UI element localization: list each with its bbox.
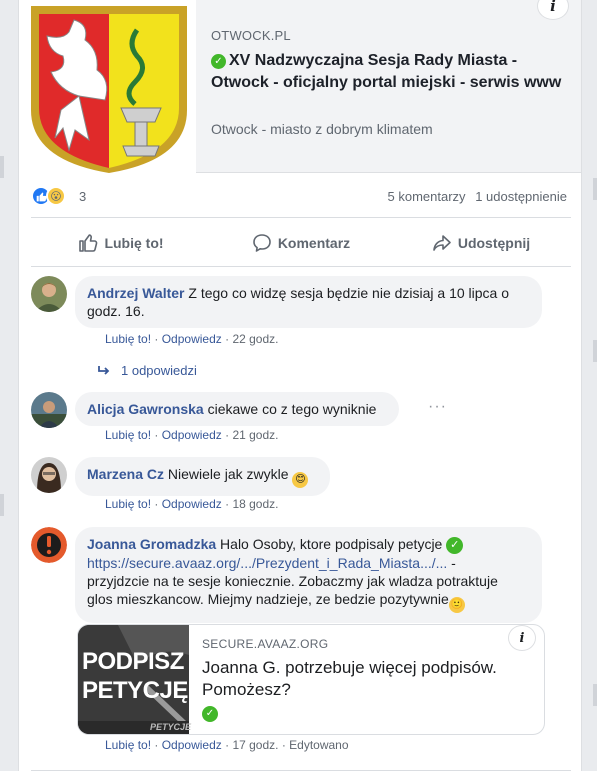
share-button-label: Udostępnij (457, 235, 531, 251)
post-actions: Lubię to! Komentarz Udostępnij (31, 222, 571, 264)
comment-button[interactable]: Komentarz (211, 222, 391, 264)
page-edge-marker (0, 494, 4, 516)
comment-author[interactable]: Andrzej Walter (87, 285, 185, 301)
avatar[interactable] (31, 527, 67, 563)
thumbs-up-icon (79, 234, 98, 252)
comment-text-dash: - (447, 555, 456, 571)
comment-meta: Lubię to! · Odpowiedz · 17 godz. · Edyto… (105, 738, 349, 752)
reaction-count[interactable]: 3 (79, 189, 86, 204)
avatar[interactable] (31, 457, 67, 493)
comment-text-line3: przyjdzcie na te sesje koniecznie. Zobac… (87, 573, 498, 589)
divider (31, 266, 571, 267)
preview-description: Otwock - miasto z dobrym klimatem (211, 121, 433, 137)
share-button[interactable]: Udostępnij (391, 222, 571, 264)
comment-bubble: Alicja Gawronska ciekawe co z tego wynik… (75, 392, 399, 426)
page-edge-marker (593, 684, 597, 706)
reply-arrow-icon (98, 366, 110, 375)
comment-reply-link[interactable]: Odpowiedz (162, 332, 222, 346)
avatar[interactable] (31, 276, 67, 312)
comments-count-link[interactable]: 5 komentarzy (388, 189, 466, 204)
link-preview[interactable]: i OTWOCK.PL ✓ XV Nadzwyczajna Sesja Rady … (19, 0, 581, 173)
post-card: i OTWOCK.PL ✓ XV Nadzwyczajna Sesja Rady … (18, 0, 582, 771)
smile-emoji-icon: 😊 (292, 472, 309, 488)
check-mark-emoji-icon: ✓ (446, 537, 464, 554)
petition-image-caption: PETYCJE (150, 722, 192, 732)
reactions-summary: 😮 3 5 komentarzy 1 udostępnienie (31, 184, 571, 210)
comment-timestamp[interactable]: 22 godz. (232, 332, 278, 346)
page-edge-marker (593, 340, 597, 362)
comment-text: ciekawe co z tego wyniknie (207, 401, 377, 417)
comment-meta: Lubię to! · Odpowiedz · 18 godz. (105, 497, 279, 511)
petition-link[interactable]: https://secure.avaaz.org/.../Prezydent_i… (87, 555, 447, 571)
view-replies-link[interactable]: 1 odpowiedzi (97, 363, 197, 378)
comment-author[interactable]: Joanna Gromadzka (87, 536, 216, 552)
comment-bubble-icon (253, 234, 271, 252)
comment-text: Niewiele jak zwykle (167, 466, 289, 482)
share-arrow-icon (433, 235, 451, 251)
check-mark-emoji-icon: ✓ (202, 706, 218, 722)
comment-reply-link[interactable]: Odpowiedz (162, 738, 222, 752)
preview-domain: OTWOCK.PL (211, 28, 291, 43)
more-options-icon[interactable]: ··· (428, 398, 447, 416)
comment-timestamp[interactable]: 17 godz. (232, 738, 278, 752)
preview-title: Joanna G. potrzebuje więcej podpisów. Po… (202, 657, 522, 723)
comment-timestamp[interactable]: 21 godz. (232, 428, 278, 442)
comment-like-link[interactable]: Lubię to! (105, 428, 151, 442)
comment-item: Marzena Cz Niewiele jak zwykle 😊 Lubię t… (31, 457, 571, 513)
engagement-counts: 5 komentarzy 1 udostępnienie (382, 189, 567, 204)
petition-image-text: PODPISZ PETYCJĘ (82, 648, 188, 704)
comment-reply-link[interactable]: Odpowiedz (162, 497, 222, 511)
like-button[interactable]: Lubię to! (31, 222, 211, 264)
comment-button-label: Komentarz (277, 235, 351, 251)
page-edge-marker (0, 156, 4, 178)
comment-like-link[interactable]: Lubię to! (105, 497, 151, 511)
petition-link-preview[interactable]: PODPISZ PETYCJĘ PETYCJE SECURE.AVAAZ.ORG… (77, 624, 545, 735)
comment-like-link[interactable]: Lubię to! (105, 332, 151, 346)
like-button-label: Lubię to! (104, 235, 164, 251)
wow-reaction-icon: 😮 (46, 186, 66, 206)
petition-image[interactable]: PODPISZ PETYCJĘ PETYCJE (78, 625, 192, 734)
comment-text: Halo Osoby, ktore podpisaly petycje (220, 536, 443, 552)
shares-count-link[interactable]: 1 udostępnienie (475, 189, 567, 204)
edited-label[interactable]: Edytowano (289, 738, 348, 752)
verified-check-icon: ✓ (211, 54, 226, 69)
divider (31, 217, 571, 218)
preview-title[interactable]: ✓ XV Nadzwyczajna Sesja Rady Miasta - Otw… (211, 50, 571, 94)
reaction-icons[interactable]: 😮 (31, 186, 66, 206)
comment-bubble: Joanna Gromadzka Halo Osoby, ktore podpi… (75, 527, 542, 623)
comment-meta: Lubię to! · Odpowiedz · 22 godz. (105, 332, 279, 346)
info-icon[interactable]: i (537, 0, 569, 20)
comment-timestamp[interactable]: 18 godz. (232, 497, 278, 511)
comment-meta: Lubię to! · Odpowiedz · 21 godz. (105, 428, 279, 442)
comment-like-link[interactable]: Lubię to! (105, 738, 151, 752)
comment-text-line4: glos mieszkancow. Miejmy nadzieje, ze be… (87, 591, 449, 607)
comment-author[interactable]: Marzena Cz (87, 466, 164, 482)
comment-item: Andrzej Walter Z tego co widzę sesja będ… (31, 276, 571, 366)
replies-count: 1 odpowiedzi (121, 363, 197, 378)
page-edge-marker (593, 178, 597, 200)
comment-text-continued: godz. 16. (87, 303, 145, 319)
smile-emoji-icon: 🙂 (448, 597, 465, 613)
comment-reply-link[interactable]: Odpowiedz (162, 428, 222, 442)
comment-text: Z tego co widzę sesja będzie nie dzisiaj… (188, 285, 510, 301)
comment-bubble: Marzena Cz Niewiele jak zwykle 😊 (75, 457, 330, 496)
comment-item: Alicja Gawronska ciekawe co z tego wynik… (31, 392, 571, 448)
comment-author[interactable]: Alicja Gawronska (87, 401, 204, 417)
preview-domain: SECURE.AVAAZ.ORG (202, 637, 329, 651)
info-icon[interactable]: i (508, 625, 536, 651)
otwock-coat-of-arms-image[interactable] (19, 0, 196, 173)
comment-bubble: Andrzej Walter Z tego co widzę sesja będ… (75, 276, 542, 328)
avatar[interactable] (31, 392, 67, 428)
